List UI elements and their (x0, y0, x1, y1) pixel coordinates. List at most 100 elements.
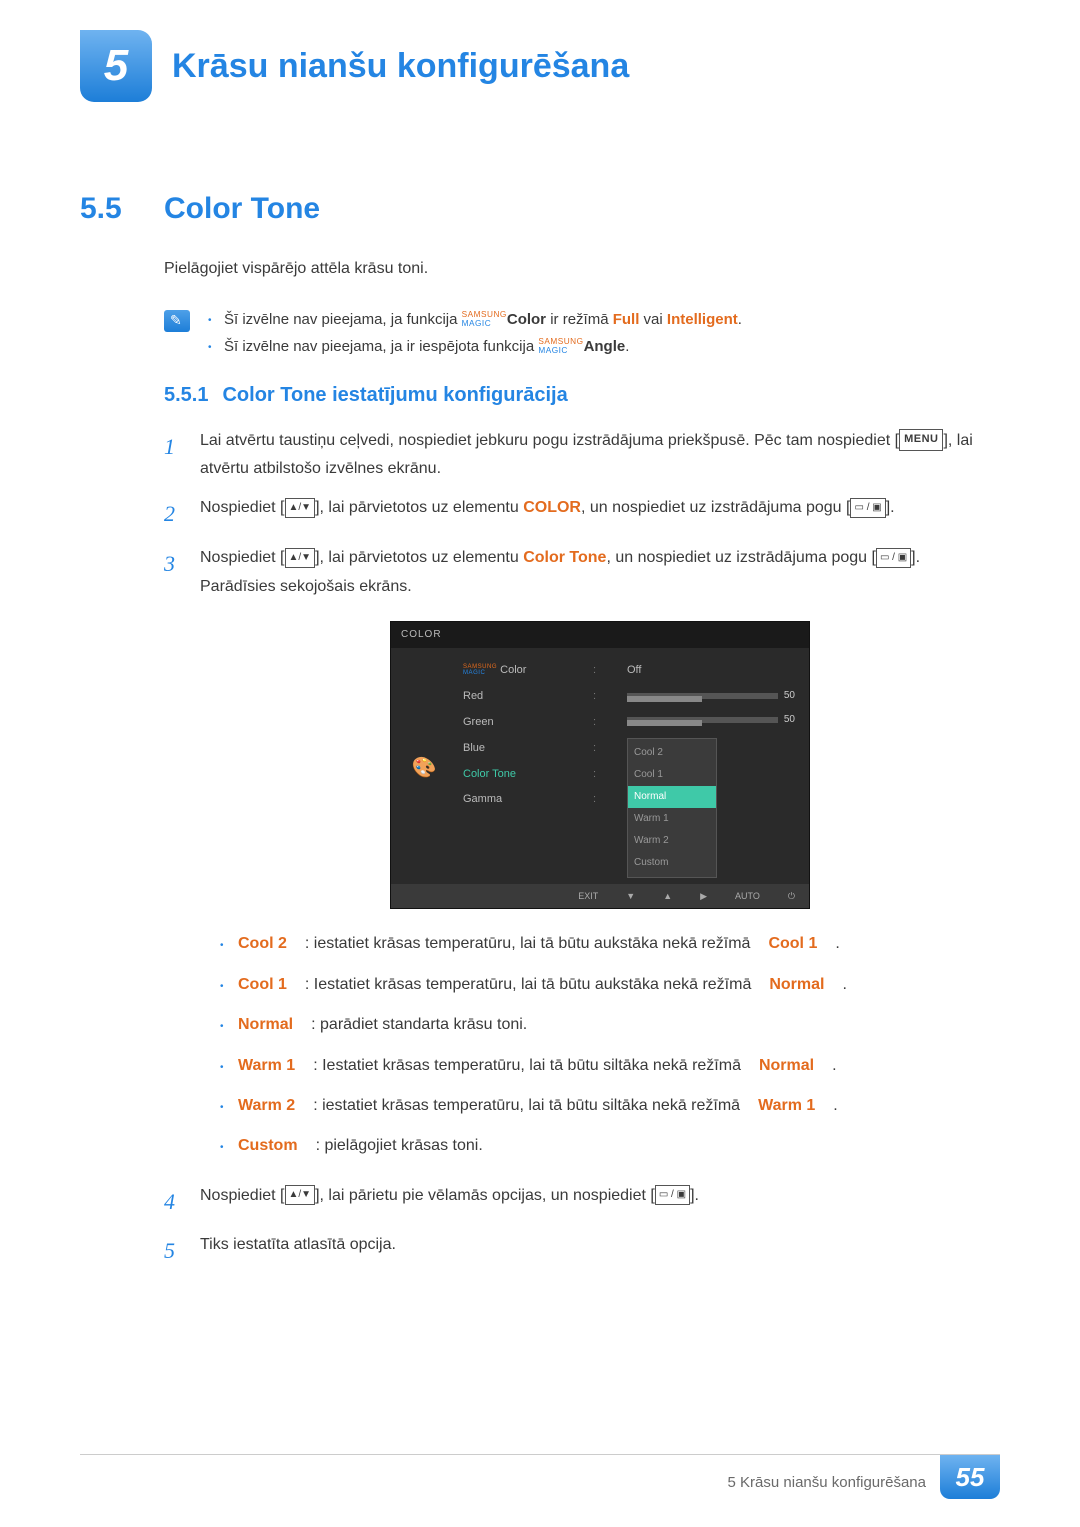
text: Nospiediet [ (200, 1187, 285, 1204)
step-body: Lai atvērtu taustiņu ceļvedi, nospiediet… (200, 427, 1000, 485)
osd-nav-exit: EXIT (578, 888, 598, 904)
dropdown-option-selected: Normal (628, 786, 716, 808)
enter-icon: ▭ / ▣ (850, 498, 885, 518)
step-number: 4 (164, 1182, 182, 1222)
section-intro: Pielāgojiet vispārējo attēla krāsu toni. (164, 256, 1000, 282)
text: ], lai pārietu pie vēlamās opcijas, un n… (315, 1187, 655, 1204)
slider (627, 693, 778, 699)
text: Color (500, 664, 526, 676)
subsection-number: 5.5.1 (164, 384, 208, 407)
chapter-header: 5 Krāsu nianšu konfigurēšana (80, 30, 1000, 102)
text: , un nospiediet uz izstrādājuma pogu [ (581, 499, 851, 516)
subsection-title: Color Tone iestatījumu konfigurācija (222, 384, 567, 407)
osd-item: SAMSUNGMAGIC Color (463, 658, 573, 684)
text: Normal (238, 1010, 293, 1040)
osd-title: COLOR (391, 622, 809, 648)
text: Normal (759, 1051, 814, 1081)
list-item: Custom: pielāgojiet krāsas toni. (220, 1131, 1000, 1161)
list-item: Warm 2: iestatiet krāsas temperatūru, la… (220, 1091, 1000, 1121)
samsung-magic-icon: SAMSUNGMAGIC (462, 311, 507, 328)
text: : Iestatiet krāsas temperatūru, lai tā b… (313, 1051, 741, 1081)
osd-nav-play-icon: ▶ (700, 888, 707, 904)
text: ir režīmā (546, 311, 613, 328)
step-body: Tiks iestatīta atlasītā opcija. (200, 1231, 396, 1271)
list-item: Cool 1 : Iestatiet krāsas temperatūru, la… (220, 970, 1000, 1000)
subsection-heading: 5.5.1 Color Tone iestatījumu konfigurāci… (164, 384, 1000, 407)
slider (627, 717, 778, 723)
text: Color (507, 311, 546, 328)
text: ]. (886, 499, 895, 516)
osd-value: Off (627, 658, 795, 684)
text: Šī izvēlne nav pieejama, ja funkcija (224, 311, 462, 328)
dropdown-option: Custom (628, 852, 716, 874)
text: Full (613, 311, 640, 328)
section-title: Color Tone (164, 192, 320, 226)
text: Intelligent (667, 311, 738, 328)
osd-nav-power-icon: ⏻ (788, 888, 795, 904)
text: Cool 1 (768, 929, 817, 959)
text: MAGIC (538, 347, 583, 355)
text: . (832, 1051, 836, 1081)
menu-button-label: MENU (899, 429, 943, 451)
chapter-number-badge: 5 (80, 30, 152, 102)
text: , un nospiediet uz izstrādājuma pogu [ (606, 549, 876, 566)
osd-item: Gamma (463, 787, 573, 813)
dropdown-option: Warm 1 (628, 808, 716, 830)
text: Color Tone (523, 549, 606, 566)
up-down-icon: ▲/▼ (285, 548, 316, 568)
step-number: 1 (164, 427, 182, 485)
text: Nospiediet [ (200, 549, 285, 566)
text: . (738, 311, 742, 328)
step-body: Nospiediet [▲/▼], lai pārvietotos uz ele… (200, 544, 1000, 1172)
osd-separators: :::::: (593, 658, 607, 878)
osd-item-active: Color Tone (463, 762, 573, 788)
note-item: Šī izvēlne nav pieejama, ja funkcija SAM… (208, 306, 742, 333)
step-body: Nospiediet [▲/▼], lai pārietu pie vēlamā… (200, 1182, 699, 1222)
osd-navbar: EXIT ▼ ▲ ▶ AUTO ⏻ (391, 884, 809, 908)
step-body: Nospiediet [▲/▼], lai pārvietotos uz ele… (200, 494, 895, 534)
text: : iestatiet krāsas temperatūru, lai tā b… (313, 1091, 740, 1121)
dropdown-option: Warm 2 (628, 830, 716, 852)
note-icon (164, 310, 190, 332)
step-number: 5 (164, 1231, 182, 1271)
text: Cool 2 (238, 929, 287, 959)
palette-icon: 🎨 (405, 658, 443, 878)
osd-item: Red (463, 684, 573, 710)
text: 50 (784, 687, 795, 705)
dropdown-option: Cool 1 (628, 764, 716, 786)
text: Nospiediet [ (200, 499, 285, 516)
text: Angle (584, 338, 626, 355)
text: : iestatiet krāsas temperatūru, lai tā b… (305, 929, 751, 959)
step-5: 5 Tiks iestatīta atlasītā opcija. (164, 1231, 1000, 1271)
osd-dropdown: Cool 2 Cool 1 Normal Warm 1 Warm 2 Custo… (627, 738, 717, 878)
enter-icon: ▭ / ▣ (655, 1185, 690, 1205)
footer-chapter-ref: 5 Krāsu nianšu konfigurēšana (728, 1464, 940, 1491)
page-footer: 5 Krāsu nianšu konfigurēšana 55 (80, 1454, 1000, 1499)
text: . (842, 970, 846, 1000)
step-3: 3 Nospiediet [▲/▼], lai pārvietotos uz e… (164, 544, 1000, 1172)
list-item: Warm 1: Iestatiet krāsas temperatūru, la… (220, 1051, 1000, 1081)
text: ], lai pārvietotos uz elementu (315, 549, 523, 566)
page-number-badge: 55 (940, 1455, 1000, 1499)
text: . (625, 338, 629, 355)
osd-item: Blue (463, 736, 573, 762)
step-1: 1 Lai atvērtu taustiņu ceļvedi, nospiedi… (164, 427, 1000, 485)
osd-item: Green (463, 710, 573, 736)
section-heading: 5.5 Color Tone (80, 192, 1000, 226)
text: : Iestatiet krāsas temperatūru, lai tā b… (305, 970, 751, 1000)
step-number: 3 (164, 544, 182, 1172)
text: MAGIC (463, 670, 497, 676)
text: Šī izvēlne nav pieejama, ja ir iespējota… (224, 338, 538, 355)
step-2: 2 Nospiediet [▲/▼], lai pārvietotos uz e… (164, 494, 1000, 534)
osd-slider-row: 50 (627, 684, 795, 708)
text: COLOR (523, 499, 581, 516)
text: Cool 1 (238, 970, 287, 1000)
text: MAGIC (462, 320, 507, 328)
text: : parādiet standarta krāsu toni. (311, 1010, 527, 1040)
note-list: Šī izvēlne nav pieejama, ja funkcija SAM… (208, 306, 742, 360)
note-item: Šī izvēlne nav pieejama, ja ir iespējota… (208, 333, 742, 360)
text: Normal (769, 970, 824, 1000)
step-4: 4 Nospiediet [▲/▼], lai pārietu pie vēla… (164, 1182, 1000, 1222)
chapter-title: Krāsu nianšu konfigurēšana (172, 47, 629, 86)
samsung-magic-icon: SAMSUNGMAGIC (538, 338, 583, 355)
